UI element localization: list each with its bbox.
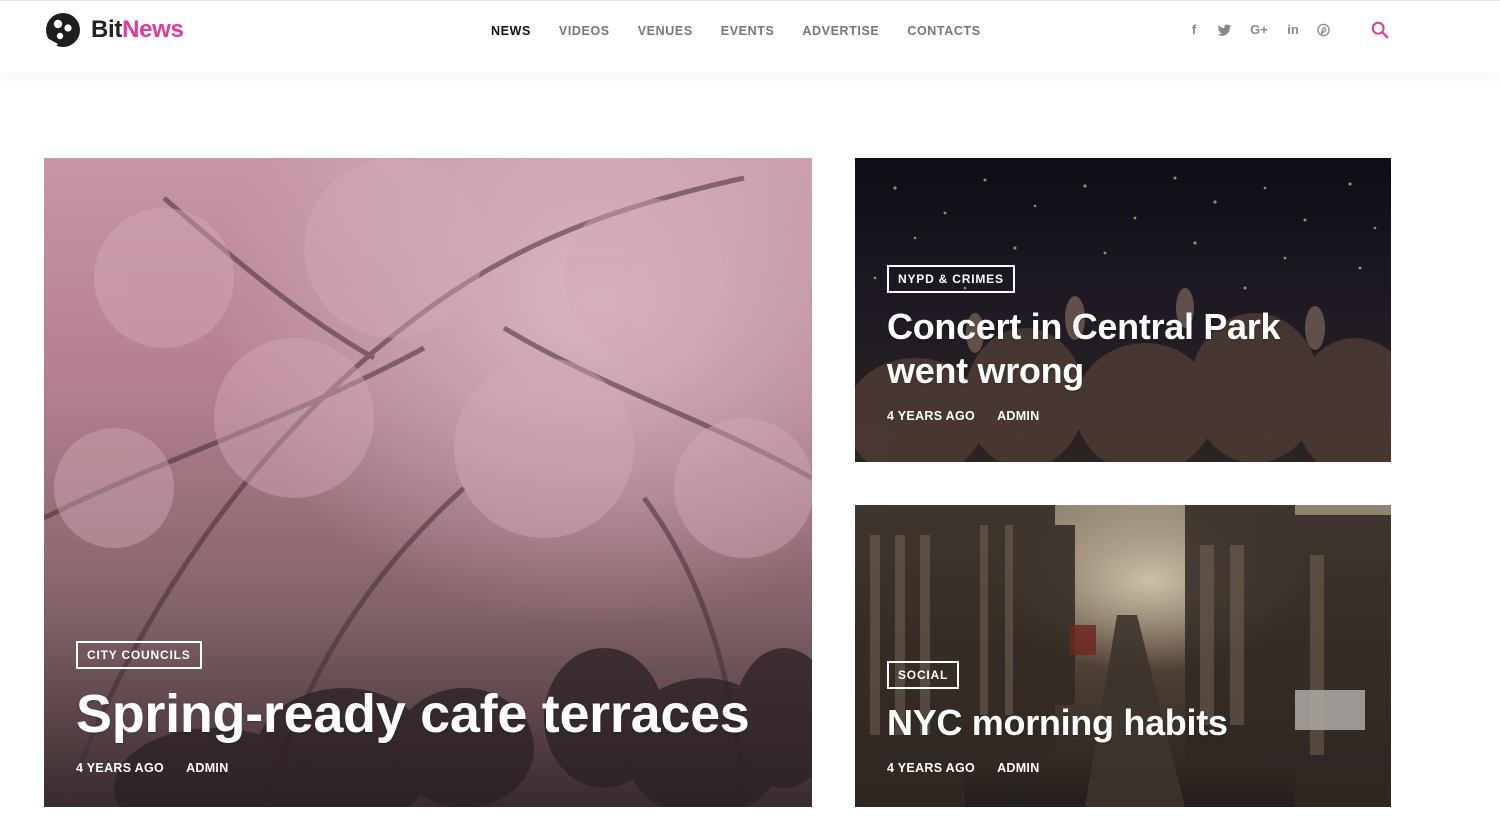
article-title[interactable]: Concert in Central Park went wrong	[887, 305, 1359, 393]
facebook-icon[interactable]: f	[1186, 21, 1202, 39]
card-content: SOCIAL NYC morning habits 4 YEARS AGO AD…	[887, 661, 1359, 775]
google-plus-icon[interactable]: G+	[1248, 21, 1270, 39]
category-badge[interactable]: CITY COUNCILS	[76, 641, 202, 669]
card-content: NYPD & CRIMES Concert in Central Park we…	[887, 265, 1359, 423]
nav-item-events[interactable]: EVENTS	[721, 23, 775, 39]
site-header: BitNews NEWS VIDEOS VENUES EVENTS ADVERT…	[0, 0, 1500, 72]
logo-icon	[46, 13, 80, 48]
nav-item-contacts[interactable]: CONTACTS	[907, 23, 980, 39]
article-meta: 4 YEARS AGO ADMIN	[887, 761, 1359, 775]
article-author[interactable]: ADMIN	[997, 409, 1039, 423]
linkedin-icon[interactable]: in	[1285, 21, 1301, 39]
brand-name: BitNews	[91, 16, 184, 43]
social-links: f G+ in	[1186, 21, 1347, 39]
category-badge[interactable]: NYPD & CRIMES	[887, 265, 1015, 293]
article-time: 4 YEARS AGO	[887, 761, 976, 775]
nav-item-advertise[interactable]: ADVERTISE	[802, 23, 879, 39]
main-nav: NEWS VIDEOS VENUES EVENTS ADVERTISE CONT…	[491, 23, 1009, 39]
brand-logo[interactable]: BitNews	[44, 10, 184, 50]
nav-item-news[interactable]: NEWS	[491, 23, 531, 39]
pinterest-icon[interactable]	[1316, 21, 1332, 39]
nav-item-venues[interactable]: VENUES	[638, 23, 693, 39]
article-time: 4 YEARS AGO	[76, 761, 165, 775]
category-badge[interactable]: SOCIAL	[887, 661, 960, 689]
article-meta: 4 YEARS AGO ADMIN	[76, 761, 780, 775]
search-icon[interactable]	[1371, 21, 1391, 41]
featured-article-card[interactable]: CITY COUNCILS Spring-ready cafe terraces…	[44, 158, 812, 807]
card-content: CITY COUNCILS Spring-ready cafe terraces…	[76, 641, 780, 775]
nav-item-videos[interactable]: VIDEOS	[559, 23, 610, 39]
featured-article-card[interactable]: NYPD & CRIMES Concert in Central Park we…	[855, 158, 1391, 462]
article-title[interactable]: NYC morning habits	[887, 701, 1359, 745]
article-time: 4 YEARS AGO	[887, 409, 976, 423]
featured-article-card[interactable]: SOCIAL NYC morning habits 4 YEARS AGO AD…	[855, 505, 1391, 807]
article-author[interactable]: ADMIN	[997, 761, 1039, 775]
article-author[interactable]: ADMIN	[186, 761, 228, 775]
twitter-icon[interactable]	[1217, 21, 1233, 39]
article-title[interactable]: Spring-ready cafe terraces	[76, 683, 780, 745]
article-meta: 4 YEARS AGO ADMIN	[887, 409, 1359, 423]
